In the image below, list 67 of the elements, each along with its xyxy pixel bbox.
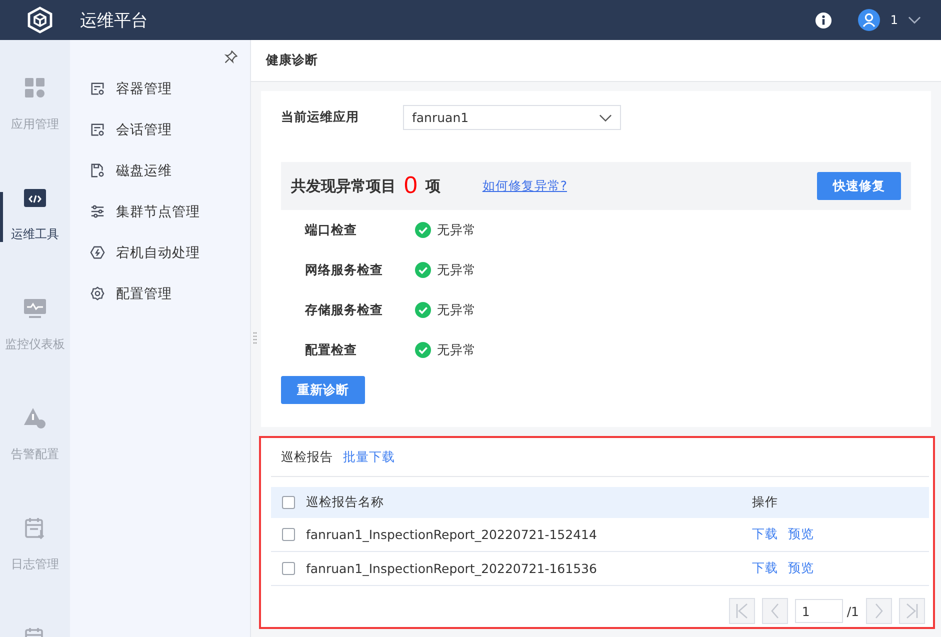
page-total: /1 bbox=[846, 604, 859, 618]
pin-icon[interactable] bbox=[224, 50, 238, 64]
user-avatar-icon[interactable] bbox=[858, 9, 880, 31]
summary-prefix: 共发现异常项目 bbox=[291, 176, 396, 196]
quick-fix-button[interactable]: 快速修复 bbox=[817, 172, 901, 200]
rediagnose-button[interactable]: 重新诊断 bbox=[281, 376, 365, 404]
check-name: 配置检查 bbox=[305, 342, 358, 358]
page-title: 健康诊断 bbox=[266, 52, 318, 69]
check-result: 无异常 bbox=[437, 342, 476, 358]
checkbox[interactable] bbox=[282, 496, 295, 509]
summary-suffix: 项 bbox=[425, 176, 440, 196]
chevron-down-icon bbox=[599, 114, 612, 122]
chevron-right-icon bbox=[874, 603, 884, 619]
cube-logo-icon bbox=[26, 6, 54, 34]
monitor-icon bbox=[23, 296, 47, 320]
submenu-item[interactable]: 磁盘运维 bbox=[70, 150, 250, 191]
document-gear-icon bbox=[90, 81, 105, 96]
app-title: 运维平台 bbox=[80, 10, 148, 32]
rail-item[interactable]: 应用管理 bbox=[0, 40, 70, 150]
info-icon[interactable] bbox=[815, 12, 832, 28]
last-page-icon bbox=[905, 603, 919, 619]
page-input[interactable]: 1 bbox=[794, 599, 843, 623]
rail-item[interactable]: 日志管理 bbox=[0, 480, 70, 590]
warning-icon bbox=[23, 406, 47, 430]
rail-item[interactable]: 监控仪表板 bbox=[0, 260, 70, 370]
sliders-icon bbox=[90, 204, 105, 219]
row-action-link[interactable]: 预览 bbox=[788, 526, 814, 543]
rail-item[interactable]: 告警配置 bbox=[0, 370, 70, 480]
submenu-item[interactable]: 会话管理 bbox=[70, 109, 250, 150]
table-cell-text: fanruan1_InspectionReport_20220721-161536 bbox=[306, 561, 598, 576]
check-name: 端口检查 bbox=[305, 222, 358, 238]
column-header: 巡检报告名称 bbox=[306, 494, 385, 511]
save-icon bbox=[90, 163, 105, 178]
app-select[interactable]: fanruan1 bbox=[403, 105, 621, 130]
check-result: 无异常 bbox=[437, 262, 476, 278]
first-page-icon bbox=[734, 603, 749, 619]
code-window-icon bbox=[23, 186, 47, 210]
select-label: 当前运维应用 bbox=[281, 109, 360, 126]
grid-icon bbox=[23, 76, 47, 100]
check-name: 存储服务检查 bbox=[305, 302, 384, 318]
check-result: 无异常 bbox=[437, 222, 476, 238]
submenu-item[interactable]: 容器管理 bbox=[70, 68, 250, 109]
help-link[interactable]: 如何修复异常? bbox=[482, 178, 567, 194]
lightning-icon bbox=[90, 245, 105, 260]
chevron-left-icon bbox=[770, 603, 780, 619]
reports-title: 巡检报告 bbox=[281, 448, 333, 466]
row-action-link[interactable]: 下载 bbox=[752, 526, 778, 543]
document-gear-icon bbox=[90, 122, 105, 137]
checkbox[interactable] bbox=[282, 562, 295, 575]
rail-item[interactable]: 运维工具 bbox=[0, 150, 70, 260]
settings-icon bbox=[90, 286, 105, 301]
check-result: 无异常 bbox=[437, 302, 476, 318]
column-header: 操作 bbox=[752, 494, 779, 511]
row-action-link[interactable]: 下载 bbox=[752, 560, 778, 577]
drag-handle-icon[interactable] bbox=[253, 332, 257, 344]
anomaly-count: 0 bbox=[404, 172, 418, 200]
table-cell-text: fanruan1_InspectionReport_20220721-152414 bbox=[306, 527, 598, 542]
check-name: 网络服务检查 bbox=[305, 262, 384, 278]
row-action-link[interactable]: 预览 bbox=[788, 560, 814, 577]
batch-download-link[interactable]: 批量下载 bbox=[343, 448, 395, 466]
checkbox[interactable] bbox=[282, 528, 295, 541]
chevron-down-icon[interactable] bbox=[908, 16, 921, 24]
submenu-item[interactable]: 配置管理 bbox=[70, 273, 250, 314]
calendar-icon bbox=[23, 516, 47, 540]
submenu-item[interactable]: 集群节点管理 bbox=[70, 191, 250, 232]
submenu-item[interactable]: 宕机自动处理 bbox=[70, 232, 250, 273]
user-name[interactable]: 1 bbox=[890, 13, 898, 27]
